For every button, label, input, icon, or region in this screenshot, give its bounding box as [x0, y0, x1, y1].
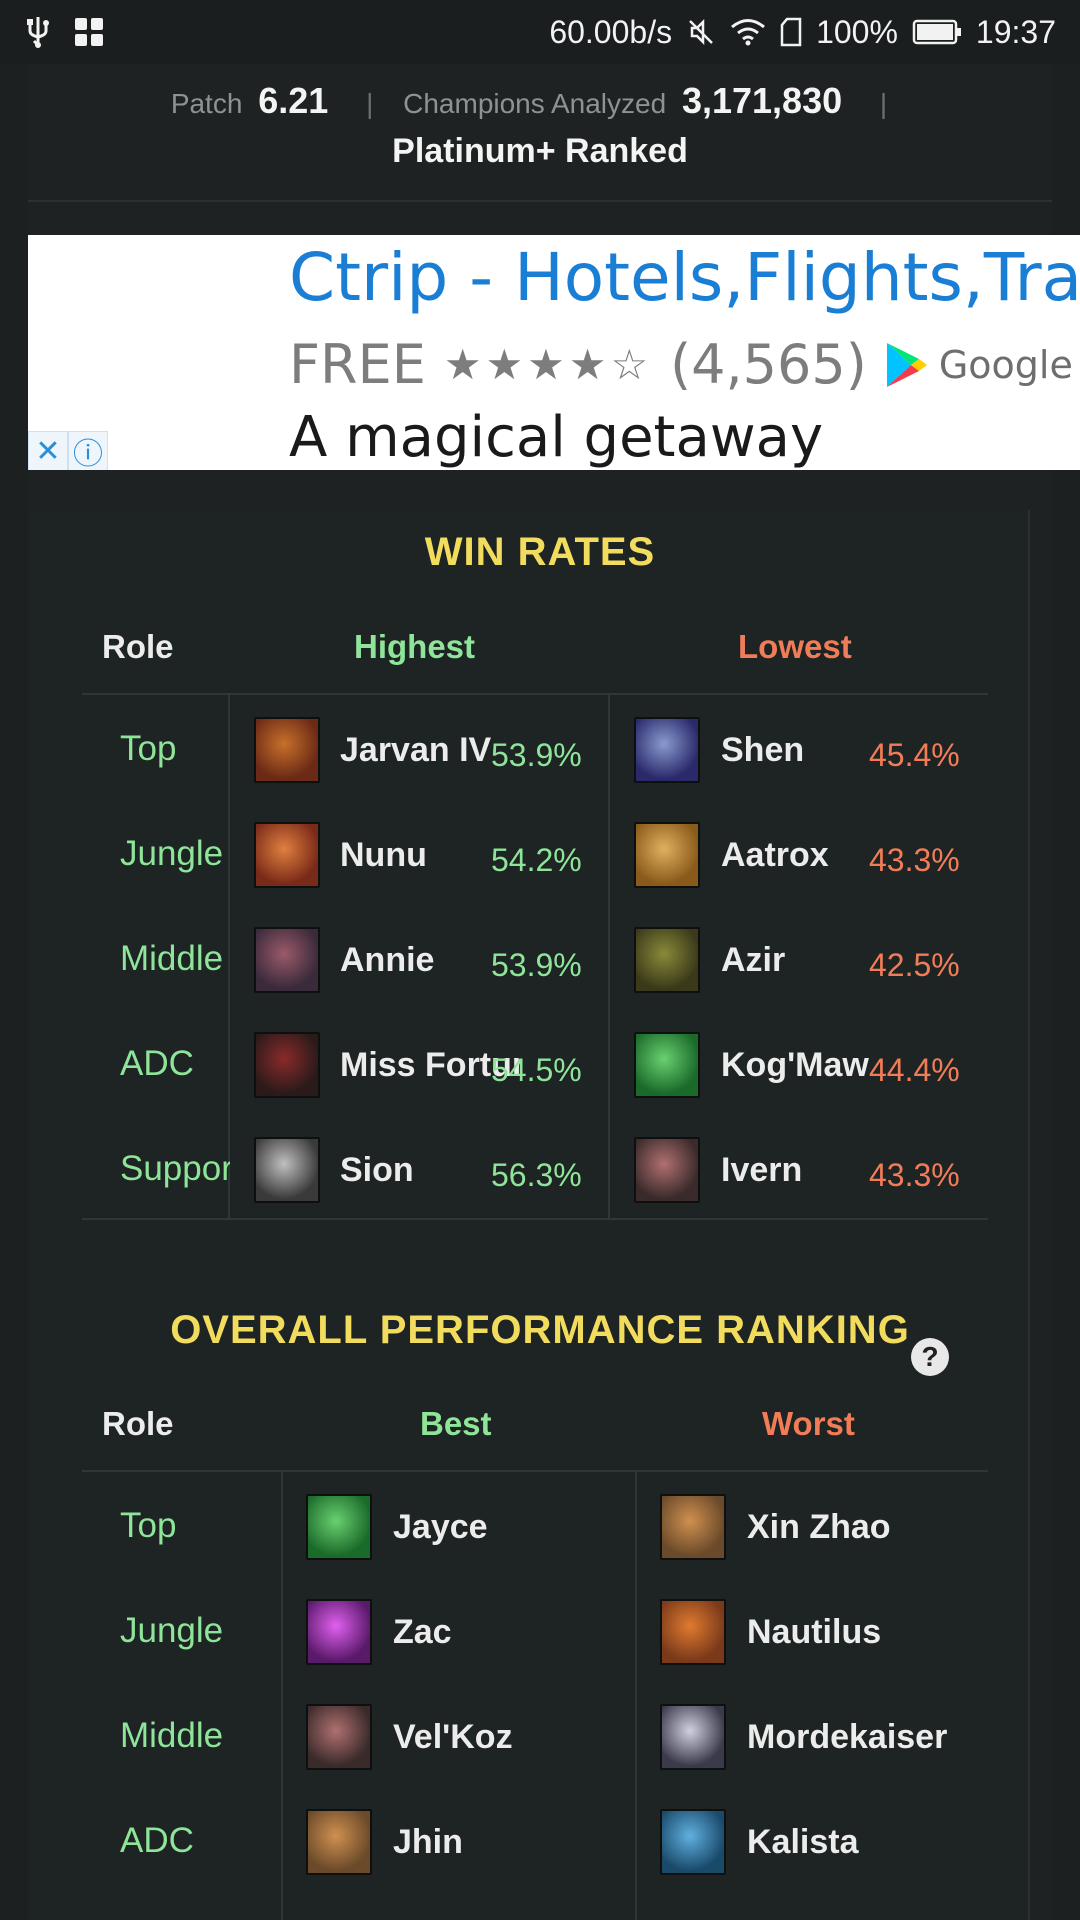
win-rate-low: 45.4%: [869, 737, 960, 773]
col-highest: Highest: [354, 628, 476, 665]
column-divider: [635, 1472, 637, 1920]
info-icon[interactable]: ⓘ: [68, 431, 108, 470]
champion-portrait[interactable]: [660, 1494, 726, 1560]
champion-portrait[interactable]: [254, 1032, 320, 1098]
champion-portrait[interactable]: [660, 1599, 726, 1665]
google-play-badge[interactable]: Google Play: [885, 341, 1080, 389]
battery-percent: 100%: [816, 13, 898, 50]
champion-portrait[interactable]: [254, 822, 320, 888]
sim-icon: [780, 17, 802, 47]
champion-name[interactable]: Zac: [393, 1613, 623, 1652]
champion-portrait[interactable]: [634, 1137, 700, 1203]
champion-portrait[interactable]: [660, 1704, 726, 1770]
usb-icon: [24, 15, 52, 49]
network-speed: 60.00b/s: [549, 13, 673, 50]
champion-name[interactable]: Mordekaiser: [747, 1718, 987, 1757]
win-rate-high: 54.5%: [491, 1052, 582, 1088]
status-bar: 60.00b/s 100% 19:37: [0, 0, 1080, 64]
col-role: Role: [102, 1405, 174, 1442]
champion-portrait[interactable]: [306, 1704, 372, 1770]
win-rates-title: WIN RATES: [424, 530, 656, 574]
champion-name[interactable]: Nautilus: [747, 1613, 987, 1652]
champion-portrait[interactable]: [660, 1809, 726, 1875]
champion-portrait[interactable]: [306, 1494, 372, 1560]
role-label: ADC: [120, 1821, 194, 1860]
column-divider: [281, 1472, 283, 1920]
win-rate-high: 53.9%: [491, 737, 582, 773]
ad-banner[interactable]: Ctrip - Hotels,Flights,Trains FREE ★★★★☆…: [28, 235, 1080, 470]
champion-portrait[interactable]: [634, 717, 700, 783]
champion-portrait[interactable]: [254, 717, 320, 783]
google-play-icon: [886, 342, 927, 387]
mute-icon: [686, 17, 716, 47]
champion-portrait[interactable]: [306, 1599, 372, 1665]
separator: |: [366, 88, 374, 119]
role-label: Top: [120, 729, 177, 768]
apps-grid-icon: [74, 17, 104, 47]
ad-reviews: (4,565): [670, 333, 867, 396]
separator: |: [879, 88, 888, 119]
role-label: Top: [120, 1506, 177, 1545]
role-label: Jungle: [120, 834, 224, 873]
wifi-icon: [730, 18, 766, 46]
champion-name[interactable]: Xin Zhao: [747, 1508, 987, 1547]
clock: 19:37: [975, 13, 1056, 50]
win-rate-low: 42.5%: [869, 947, 960, 983]
champion-portrait[interactable]: [634, 927, 700, 993]
champion-portrait[interactable]: [254, 927, 320, 993]
role-label: Support: [120, 1149, 230, 1188]
win-rate-high: 54.2%: [491, 842, 582, 878]
patch-label: Patch: [170, 88, 243, 119]
champion-portrait[interactable]: [254, 1137, 320, 1203]
ad-price: FREE: [289, 333, 426, 396]
col-worst: Worst: [762, 1405, 855, 1442]
ad-title[interactable]: Ctrip - Hotels,Flights,Trains: [289, 239, 1080, 316]
column-divider: [608, 695, 610, 1220]
help-icon[interactable]: ?: [911, 1338, 949, 1376]
close-icon[interactable]: ✕: [28, 431, 68, 470]
win-rate-high: 53.9%: [491, 947, 582, 983]
col-best: Best: [420, 1405, 492, 1442]
role-label: Middle: [120, 1716, 224, 1755]
champion-portrait[interactable]: [634, 822, 700, 888]
champion-name[interactable]: Jhin: [393, 1823, 623, 1862]
champion-name[interactable]: Vel'Koz: [393, 1718, 623, 1757]
table-bottom: [82, 1218, 988, 1220]
tier-label: Platinum+ Ranked: [392, 132, 688, 170]
col-role: Role: [102, 628, 174, 665]
battery-icon: [912, 18, 962, 46]
patch-value: 6.21: [258, 80, 329, 121]
header-divider: [82, 693, 988, 695]
google-play-label: Google Play: [938, 342, 1080, 387]
win-rate-low: 43.3%: [869, 1157, 960, 1193]
champions-value: 3,171,830: [681, 80, 843, 121]
ad-tagline: A magical getaway: [289, 405, 824, 470]
ad-controls: ✕ ⓘ: [28, 431, 108, 470]
champion-portrait[interactable]: [634, 1032, 700, 1098]
header-divider: [82, 1470, 988, 1472]
win-rate-low: 43.3%: [869, 842, 960, 878]
divider: [28, 200, 1052, 202]
role-label: ADC: [120, 1044, 194, 1083]
role-label: Middle: [120, 939, 224, 978]
champion-name[interactable]: Kalista: [747, 1823, 987, 1862]
win-rate-low: 44.4%: [869, 1052, 960, 1088]
ad-rating: FREE ★★★★☆ (4,565) Google Play: [289, 333, 1080, 396]
win-rate-high: 56.3%: [491, 1157, 582, 1193]
champions-label: Champions Analyzed: [403, 88, 667, 119]
patch-info: Patch 6.21 | Champions Analyzed 3,171,83…: [28, 80, 1052, 122]
col-lowest: Lowest: [738, 628, 852, 665]
role-label: Jungle: [120, 1611, 224, 1650]
champion-name[interactable]: Jayce: [393, 1508, 623, 1547]
star-rating-icon: ★★★★☆: [443, 340, 653, 389]
champion-portrait[interactable]: [306, 1809, 372, 1875]
